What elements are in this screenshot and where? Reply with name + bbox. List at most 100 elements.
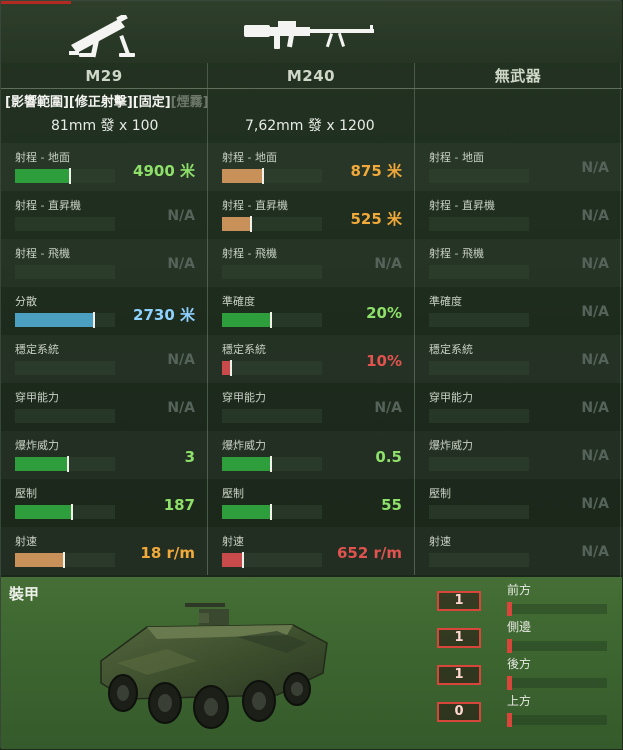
stat-label: 射程 - 地面 [429,151,484,164]
stat-value: 525 米 [350,210,402,228]
stat-bar-fill [222,457,272,471]
stat-value: 18 r/m [140,544,195,562]
stat-value: N/A [581,208,609,224]
stat-value: 3 [184,448,195,466]
stat-cell: 準確度 20% [208,287,414,335]
stat-value: N/A [374,400,402,416]
stat-bar [15,504,115,520]
stat-row: 壓制 187 壓制 55 壓制 N/A [1,479,622,527]
armor-track [507,715,607,725]
stat-bar-marker [250,216,252,232]
stat-cell: 穿甲能力 N/A [415,383,621,431]
stat-label: 壓制 [222,487,244,500]
stat-cell: 爆炸威力 0.5 [208,431,414,479]
stat-value: N/A [167,400,195,416]
stat-bar-marker [67,456,69,472]
stat-cell: 射速 18 r/m [1,527,207,575]
accent-bar [1,1,71,4]
stat-label: 穩定系統 [15,343,59,356]
stat-label: 射速 [222,535,244,548]
stat-value: 187 [163,496,195,514]
stat-value: N/A [581,160,609,176]
weapon-name-2[interactable]: M240 [208,63,414,89]
stat-value: 4900 米 [133,162,195,180]
stat-cell: 射程 - 飛機 N/A [1,239,207,287]
stat-row: 爆炸威力 3 爆炸威力 0.5 爆炸威力 N/A [1,431,622,479]
stat-label: 穿甲能力 [15,391,59,404]
stat-bar-marker [270,312,272,328]
stat-label: 穿甲能力 [429,391,473,404]
weapon-name-3[interactable]: 無武器 [415,63,621,89]
stat-value: 875 米 [350,162,402,180]
stat-label: 爆炸威力 [15,439,59,452]
stat-value: N/A [374,256,402,272]
armor-value: 0 [437,702,481,722]
stat-row: 射程 - 地面 4900 米 射程 - 地面 875 米 射程 - 地面 N/A [1,143,622,191]
stat-cell: 穩定系統 N/A [415,335,621,383]
stat-bar [15,217,115,231]
stat-label: 射程 - 地面 [222,151,277,164]
stat-cell: 分散 2730 米 [1,287,207,335]
stat-cell: 穩定系統 10% [208,335,414,383]
stat-row: 穩定系統 N/A 穩定系統 10% 穩定系統 N/A [1,335,622,383]
armor-label: 上方 [507,694,532,708]
stat-label: 穩定系統 [222,343,266,356]
stat-bar-marker [230,360,232,376]
stat-bar [222,552,322,568]
stat-bar [429,361,529,375]
stat-value: 20% [366,304,402,322]
stat-label: 射程 - 飛機 [15,247,70,260]
stat-bar [222,360,322,376]
stat-bar [222,312,322,328]
stat-cell: 爆炸威力 3 [1,431,207,479]
stat-value: 2730 米 [133,306,195,324]
stat-bar-fill [15,505,73,519]
stat-label: 射程 - 直昇機 [429,199,495,212]
armor-value: 1 [437,591,481,611]
stat-row: 射程 - 直昇機 N/A 射程 - 直昇機 525 米 射程 - 直昇機 N/A [1,191,622,239]
stat-cell: 射速 652 r/m [208,527,414,575]
stat-value: N/A [581,544,609,560]
stat-label: 穿甲能力 [222,391,266,404]
stat-bar-marker [270,456,272,472]
armor-track [507,678,607,688]
ammo-count-1: 81mm 發 x 100 [51,118,159,134]
stat-bar [429,169,529,183]
stat-row: 射程 - 飛機 N/A 射程 - 飛機 N/A 射程 - 飛機 N/A [1,239,622,287]
armor-track [507,604,607,614]
stat-cell: 穿甲能力 N/A [208,383,414,431]
weapon-name-1[interactable]: M29 [1,63,207,89]
header-divider [1,88,622,89]
stat-value: N/A [167,208,195,224]
stat-cell: 射程 - 地面 4900 米 [1,143,207,191]
armor-title: 裝甲 [9,585,40,603]
stat-bar-fill [222,169,264,183]
stat-bar [429,505,529,519]
fire-modes-active: [影響範圍][修正射擊][固定] [5,95,171,110]
armor-label: 側邊 [507,620,532,634]
stat-value: N/A [581,304,609,320]
stat-row: 射速 18 r/m 射速 652 r/m 射速 N/A [1,527,622,575]
stat-bar [222,265,322,279]
stat-cell: 射程 - 直昇機 N/A [415,191,621,239]
stat-value: N/A [581,400,609,416]
stat-label: 壓制 [429,487,451,500]
stat-value: N/A [581,448,609,464]
stat-bar-marker [93,312,95,328]
stat-value: 652 r/m [336,544,402,562]
stat-cell: 射程 - 直昇機 N/A [1,191,207,239]
stat-bar-marker [242,552,244,568]
fire-modes-inactive: [煙霧] [170,95,209,110]
stat-cell: 穩定系統 N/A [1,335,207,383]
armor-label: 前方 [507,583,532,597]
stat-cell: 射程 - 飛機 N/A [208,239,414,287]
stat-bar [222,168,322,184]
stat-bar [222,409,322,423]
stat-bar [429,457,529,471]
stat-bar [222,504,322,520]
stat-bar-marker [262,168,264,184]
armor-label: 後方 [507,657,532,671]
machine-gun-icon [244,21,374,49]
armor-value: 1 [437,665,481,685]
stat-cell: 射程 - 飛機 N/A [415,239,621,287]
